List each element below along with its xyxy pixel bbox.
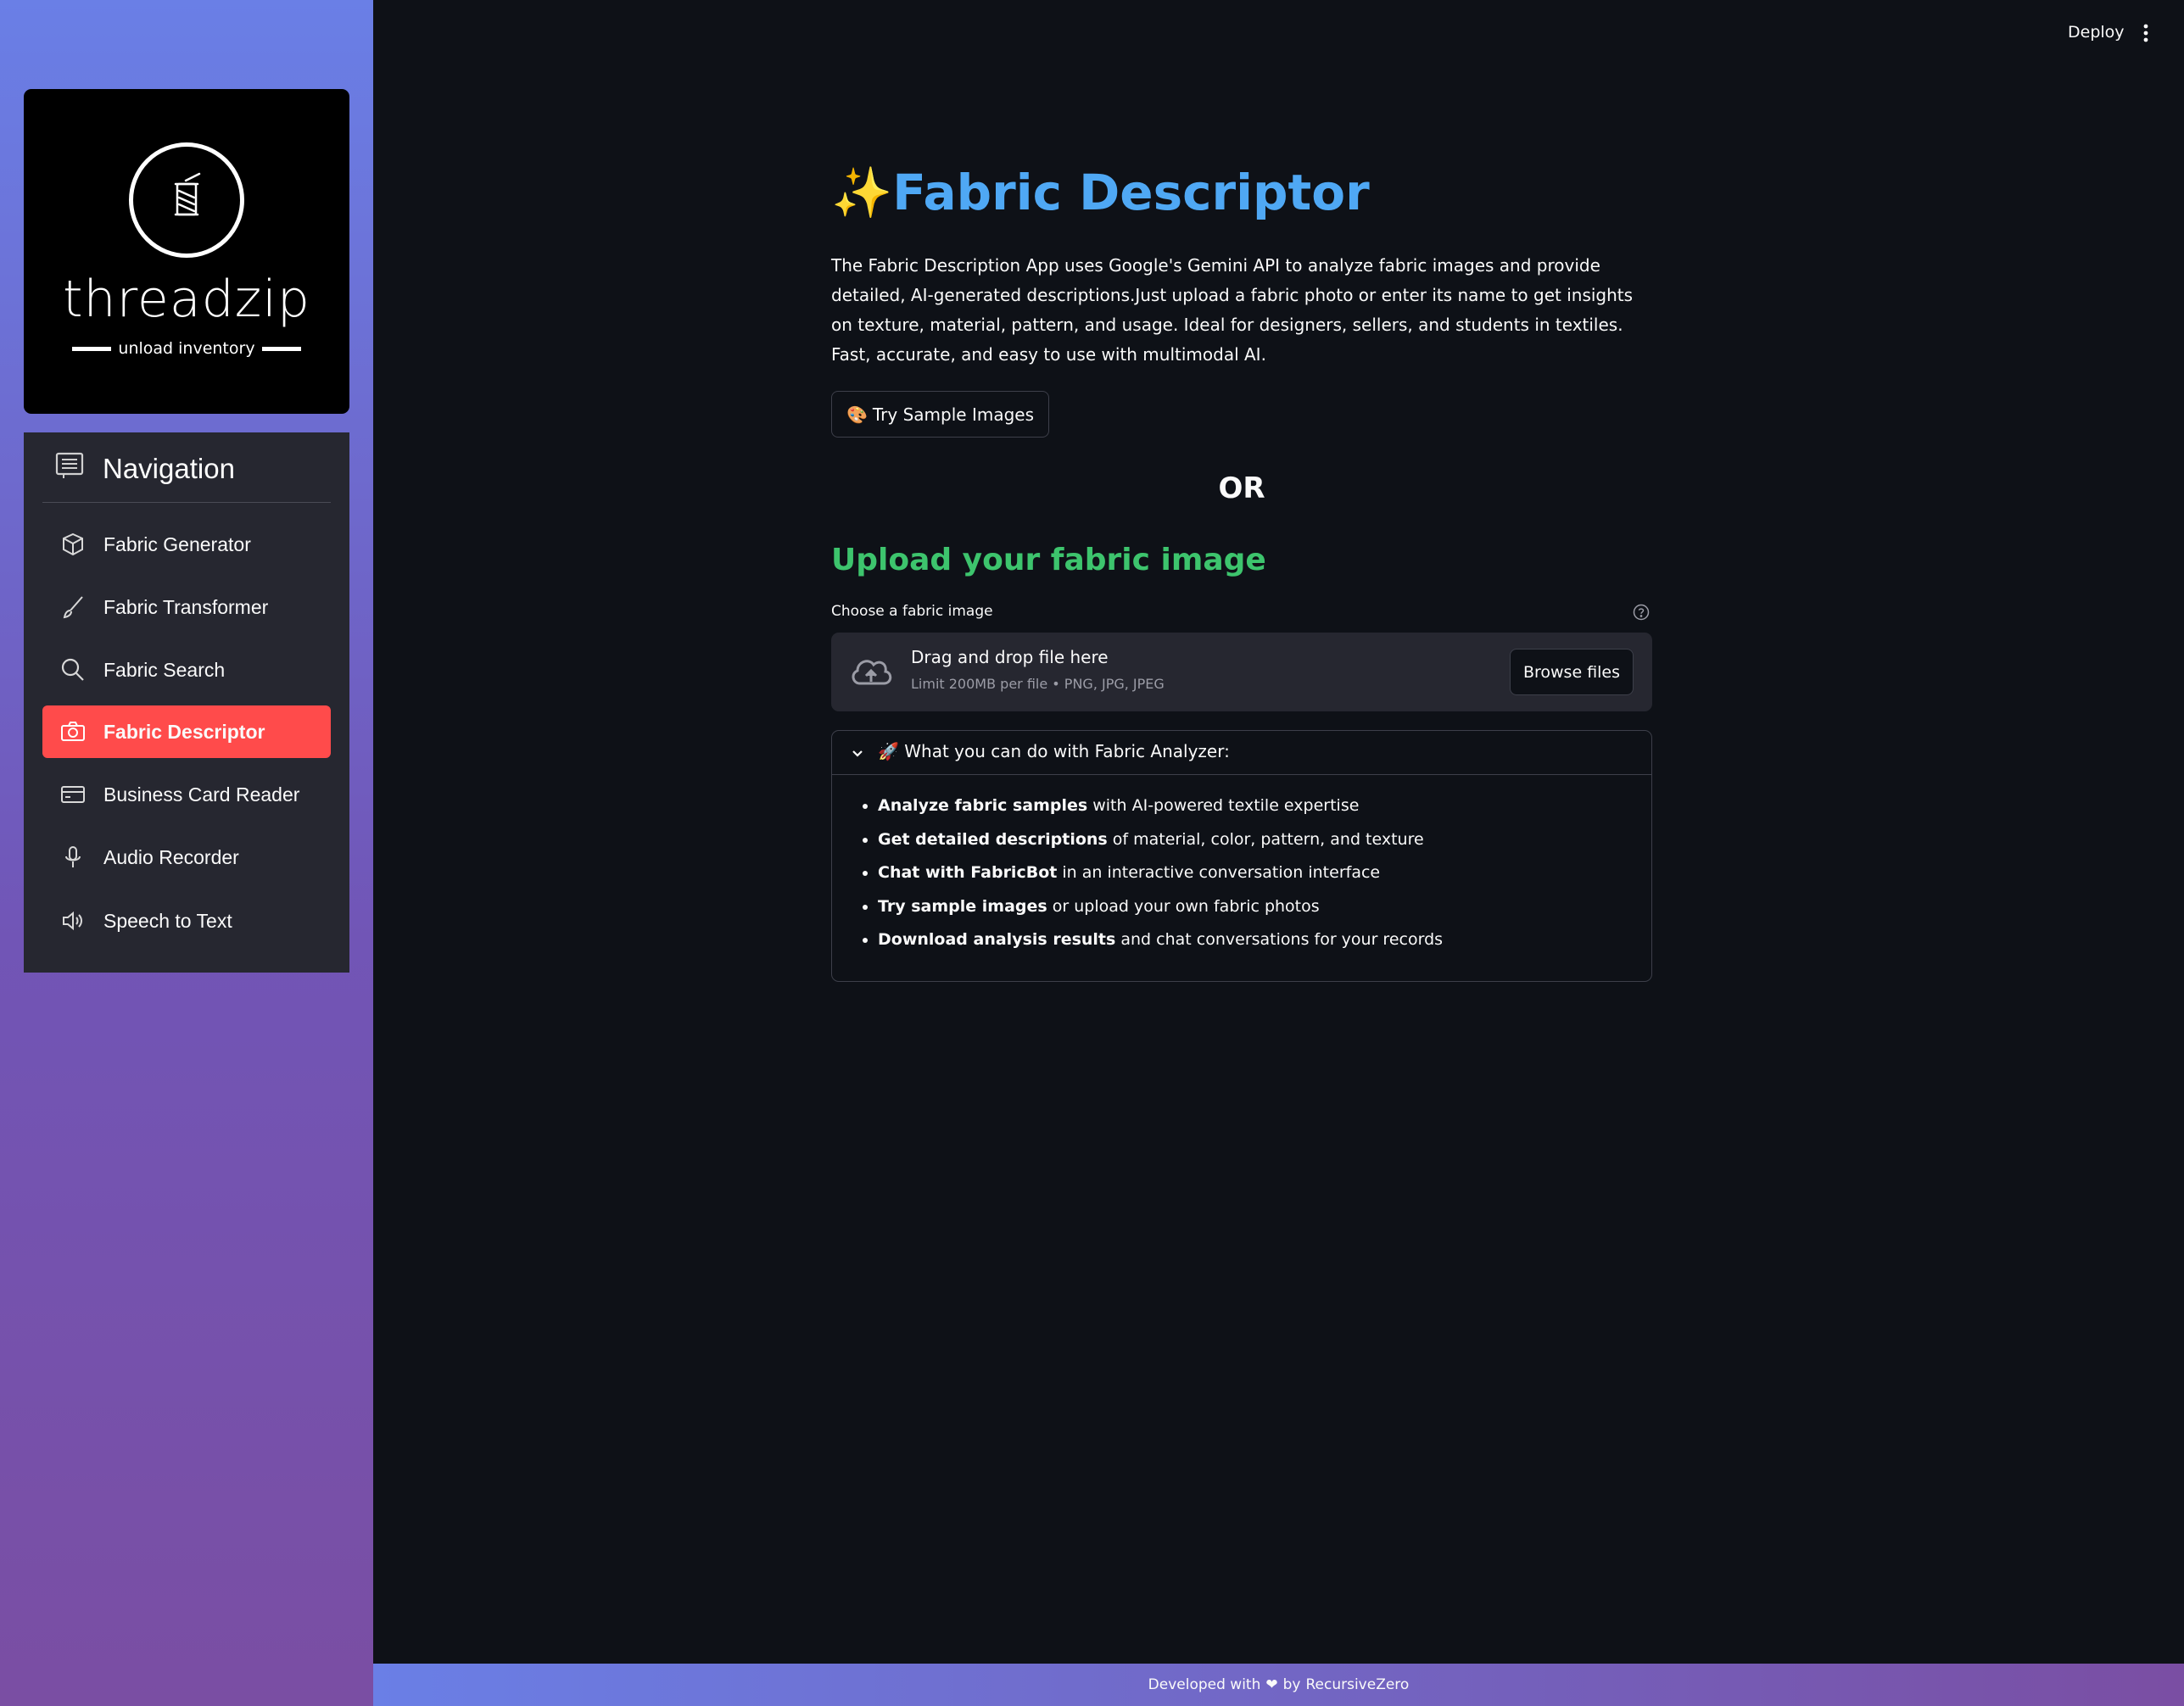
tagline-bar-right (261, 346, 301, 351)
navigation-header: Navigation (55, 452, 235, 486)
nav-item-label: Business Card Reader (103, 783, 300, 806)
nav-item-label: Fabric Descriptor (103, 720, 265, 743)
nav-item-label: Fabric Transformer (103, 595, 269, 618)
list-item: Analyze fabric samples with AI-powered t… (878, 789, 1443, 823)
nav-item-business-card-reader[interactable]: Business Card Reader (42, 768, 331, 821)
nav-item-fabric-generator[interactable]: Fabric Generator (42, 518, 331, 571)
browse-files-button[interactable]: Browse files (1510, 649, 1634, 695)
palette-icon: 🎨 (846, 404, 868, 425)
help-icon[interactable] (1633, 604, 1650, 621)
feature-text: with AI-powered textile expertise (1087, 796, 1360, 815)
cube-icon (59, 531, 87, 558)
heart-icon: ❤ (1265, 1676, 1278, 1693)
list-item: Get detailed descriptions of material, c… (878, 823, 1443, 857)
dropzone-limit-text: Limit 200MB per file • PNG, JPG, JPEG (911, 676, 1165, 692)
card-icon (59, 781, 87, 808)
feature-text: of material, color, pattern, and texture (1107, 829, 1424, 849)
brand-tagline: unload inventory (24, 339, 349, 358)
feature-bold: Try sample images (878, 896, 1047, 916)
spool-logo-icon (129, 142, 244, 258)
features-expander-title-text: What you can do with Fabric Analyzer: (904, 741, 1230, 761)
sidebar: threadzip unload inventory Navigation Fa… (0, 0, 373, 1706)
tagline-bar-left (72, 346, 112, 351)
dropzone-instructions: Drag and drop file here (911, 647, 1109, 667)
chevron-down-icon (849, 744, 866, 761)
sparkles-icon: ✨ (831, 164, 893, 221)
nav-item-speech-to-text[interactable]: Speech to Text (42, 895, 331, 947)
feature-bold: Analyze fabric samples (878, 796, 1088, 815)
footer-prefix: Developed with (1148, 1676, 1261, 1693)
cloud-upload-icon (848, 651, 894, 692)
list-item: Download analysis results and chat conve… (878, 923, 1443, 957)
microphone-icon (59, 844, 87, 871)
list-icon (55, 452, 84, 486)
list-item: Chat with FabricBot in an interactive co… (878, 856, 1443, 890)
brush-icon (59, 594, 87, 621)
nav-item-label: Fabric Generator (103, 532, 251, 555)
footer: Developed with ❤ by RecursiveZero (373, 1664, 2184, 1706)
rocket-icon: 🚀 (878, 741, 899, 761)
speaker-icon (59, 907, 87, 934)
app-description: The Fabric Description App uses Google's… (831, 255, 1634, 365)
more-options-icon[interactable] (2137, 22, 2154, 44)
features-expander: 🚀 What you can do with Fabric Analyzer: … (831, 730, 1652, 982)
search-icon (59, 656, 87, 683)
nav-divider (42, 502, 331, 503)
nav-item-label: Fabric Search (103, 658, 226, 681)
or-divider-text: OR (1218, 471, 1265, 505)
navigation-menu: Navigation Fabric Generator Fabric Trans… (24, 432, 349, 973)
file-uploader-label: Choose a fabric image (831, 603, 993, 620)
brand-logo: threadzip unload inventory (24, 89, 349, 414)
nav-item-fabric-search[interactable]: Fabric Search (42, 644, 331, 696)
nav-item-fabric-transformer[interactable]: Fabric Transformer (42, 581, 331, 633)
try-sample-images-button[interactable]: 🎨 Try Sample Images (831, 391, 1050, 438)
page-title-text: Fabric Descriptor (892, 164, 1370, 221)
features-list: Analyze fabric samples with AI-powered t… (854, 789, 1443, 957)
feature-text: and chat conversations for your records (1115, 930, 1444, 949)
feature-text: in an interactive conversation interface (1057, 863, 1381, 882)
file-dropzone[interactable]: Drag and drop file here Limit 200MB per … (831, 633, 1652, 711)
nav-item-fabric-descriptor[interactable]: Fabric Descriptor (42, 705, 331, 758)
feature-bold: Download analysis results (878, 930, 1116, 949)
feature-text: or upload your own fabric photos (1047, 896, 1320, 916)
nav-item-audio-recorder[interactable]: Audio Recorder (42, 831, 331, 884)
brand-name: threadzip (63, 270, 310, 329)
page-title: ✨Fabric Descriptor (831, 168, 1370, 217)
feature-bold: Get detailed descriptions (878, 829, 1108, 849)
footer-author-link[interactable]: RecursiveZero (1305, 1676, 1409, 1693)
feature-bold: Chat with FabricBot (878, 863, 1058, 882)
features-expander-header[interactable]: 🚀 What you can do with Fabric Analyzer: (832, 731, 1651, 775)
upload-heading: Upload your fabric image (831, 543, 1266, 577)
list-item: Try sample images or upload your own fab… (878, 890, 1443, 924)
tagline-text: unload inventory (118, 339, 255, 358)
navigation-title: Navigation (103, 453, 235, 484)
deploy-button[interactable]: Deploy (2068, 23, 2125, 42)
nav-item-label: Speech to Text (103, 909, 232, 932)
footer-by: by (1282, 1676, 1301, 1693)
try-sample-images-label: Try Sample Images (872, 404, 1035, 425)
nav-item-label: Audio Recorder (103, 845, 239, 868)
camera-icon (59, 718, 87, 745)
features-expander-title: 🚀 What you can do with Fabric Analyzer: (878, 741, 1230, 761)
